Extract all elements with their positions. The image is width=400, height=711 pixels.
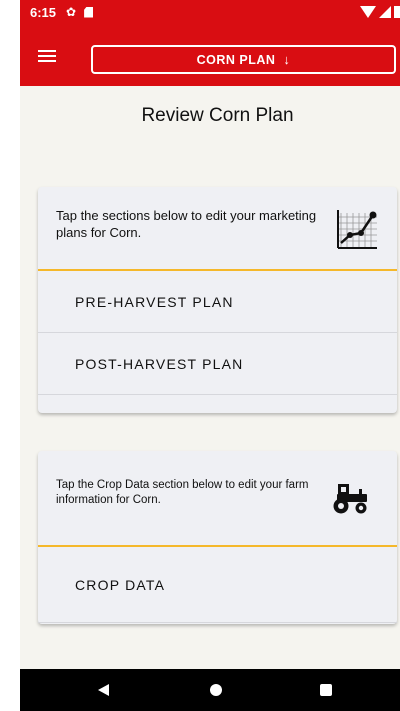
pre-harvest-plan-item[interactable]: PRE-HARVEST PLAN [38, 271, 397, 333]
crop-data-item[interactable]: CROP DATA [38, 547, 397, 623]
status-time: 6:15 [30, 4, 57, 20]
home-icon[interactable] [210, 684, 222, 696]
page-title: Review Corn Plan [141, 105, 294, 126]
back-icon[interactable] [98, 684, 109, 696]
tractor-icon [333, 484, 367, 514]
marketing-plans-card: Tap the sections below to edit your mark… [38, 187, 397, 413]
sd-card-icon [84, 6, 94, 18]
phone-screen: 6:15 ✿ CORN PLAN ↓ Review Corn Plan Tap … [20, 0, 400, 711]
status-icons [360, 6, 400, 18]
crop-data-card: Tap the Crop Data section below to edit … [38, 451, 397, 624]
system-nav-bar [20, 669, 400, 711]
settings-gear-icon: ✿ [66, 5, 77, 19]
recents-icon[interactable] [320, 684, 332, 696]
post-harvest-plan-label: POST-HARVEST PLAN [75, 355, 244, 372]
marketing-intro-text: Tap the sections below to edit your mark… [56, 208, 317, 240]
wifi-icon [360, 6, 376, 18]
menu-icon[interactable] [38, 50, 56, 62]
crop-card-intro: Tap the Crop Data section below to edit … [38, 451, 397, 547]
cell-signal-icon [379, 6, 391, 18]
post-harvest-plan-item[interactable]: POST-HARVEST PLAN [38, 333, 397, 395]
marketing-card-intro: Tap the sections below to edit your mark… [38, 187, 397, 271]
status-bar: 6:15 ✿ [20, 0, 400, 24]
arrow-down-icon: ↓ [283, 52, 291, 67]
battery-icon [394, 6, 400, 18]
plan-selector-button[interactable]: CORN PLAN ↓ [91, 45, 396, 74]
pre-harvest-plan-label: PRE-HARVEST PLAN [75, 293, 234, 310]
plan-selector-label: CORN PLAN [196, 52, 276, 67]
chart-icon [337, 210, 377, 249]
crop-data-label: CROP DATA [75, 576, 166, 593]
crop-intro-text: Tap the Crop Data section below to edit … [56, 479, 309, 506]
app-bar: CORN PLAN ↓ [20, 24, 400, 86]
